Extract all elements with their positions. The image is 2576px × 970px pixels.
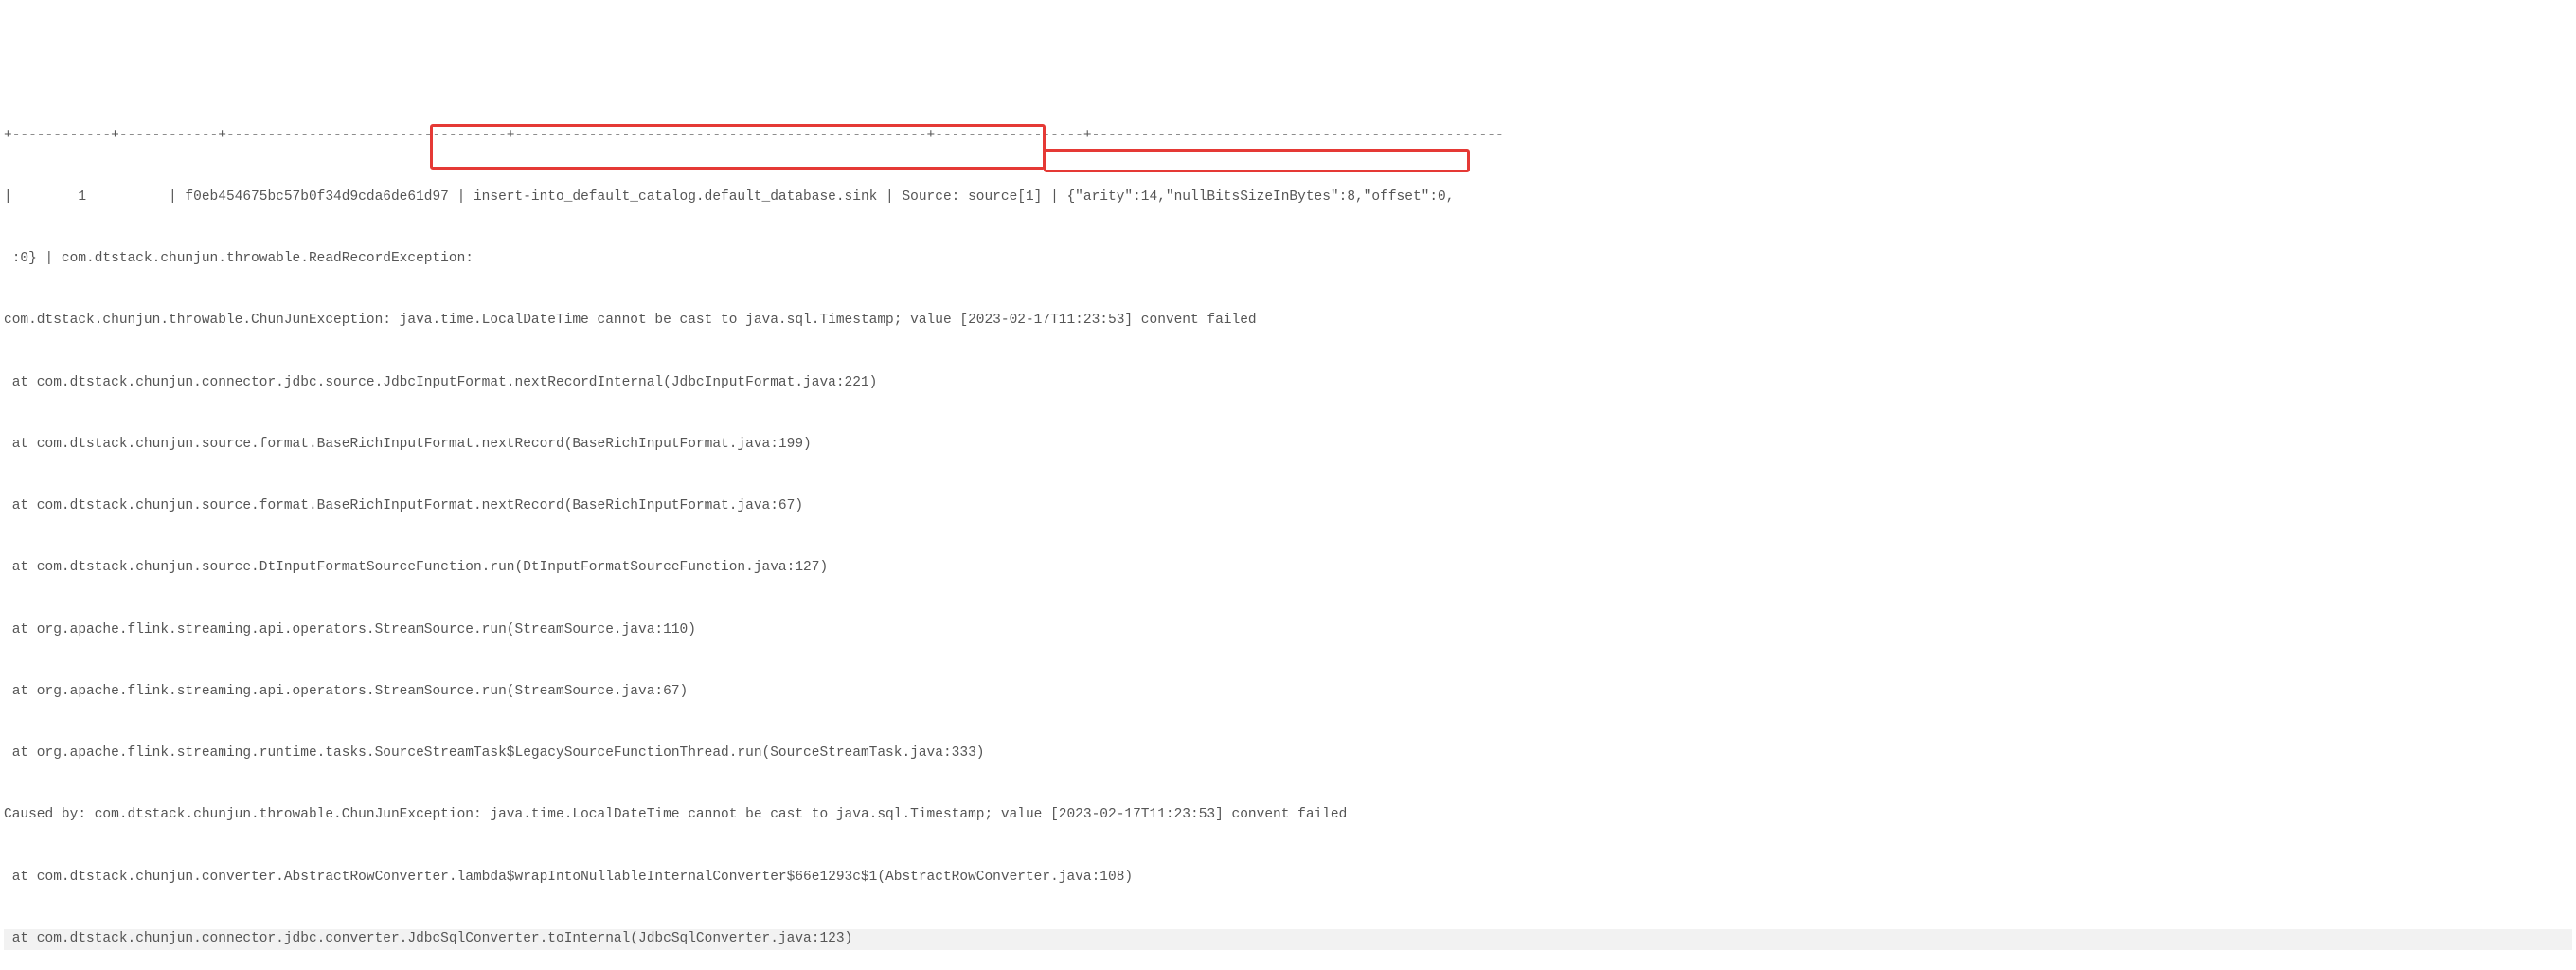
log-line: at com.dtstack.chunjun.connector.jdbc.so… bbox=[4, 373, 2572, 394]
log-line-highlighted: at com.dtstack.chunjun.connector.jdbc.co… bbox=[4, 929, 2572, 950]
log-line: at org.apache.flink.streaming.runtime.ta… bbox=[4, 744, 2572, 764]
log-output: +------------+------------+-------------… bbox=[4, 84, 2572, 970]
log-line: at org.apache.flink.streaming.api.operat… bbox=[4, 620, 2572, 641]
log-line: at com.dtstack.chunjun.source.format.Bas… bbox=[4, 496, 2572, 517]
log-line: at org.apache.flink.streaming.api.operat… bbox=[4, 682, 2572, 703]
log-line: Caused by: com.dtstack.chunjun.throwable… bbox=[4, 805, 2572, 826]
annotation-box-value bbox=[1044, 149, 1470, 172]
log-line: at com.dtstack.chunjun.source.DtInputFor… bbox=[4, 558, 2572, 579]
log-line: :0} | com.dtstack.chunjun.throwable.Read… bbox=[4, 249, 2572, 270]
log-line: com.dtstack.chunjun.throwable.ChunJunExc… bbox=[4, 311, 2572, 332]
log-line: at com.dtstack.chunjun.converter.Abstrac… bbox=[4, 868, 2572, 889]
log-line: +------------+------------+-------------… bbox=[4, 126, 2572, 147]
log-line: | 1 | f0eb454675bc57b0f34d9cda6de61d97 |… bbox=[4, 188, 2572, 208]
log-line: at com.dtstack.chunjun.source.format.Bas… bbox=[4, 435, 2572, 456]
